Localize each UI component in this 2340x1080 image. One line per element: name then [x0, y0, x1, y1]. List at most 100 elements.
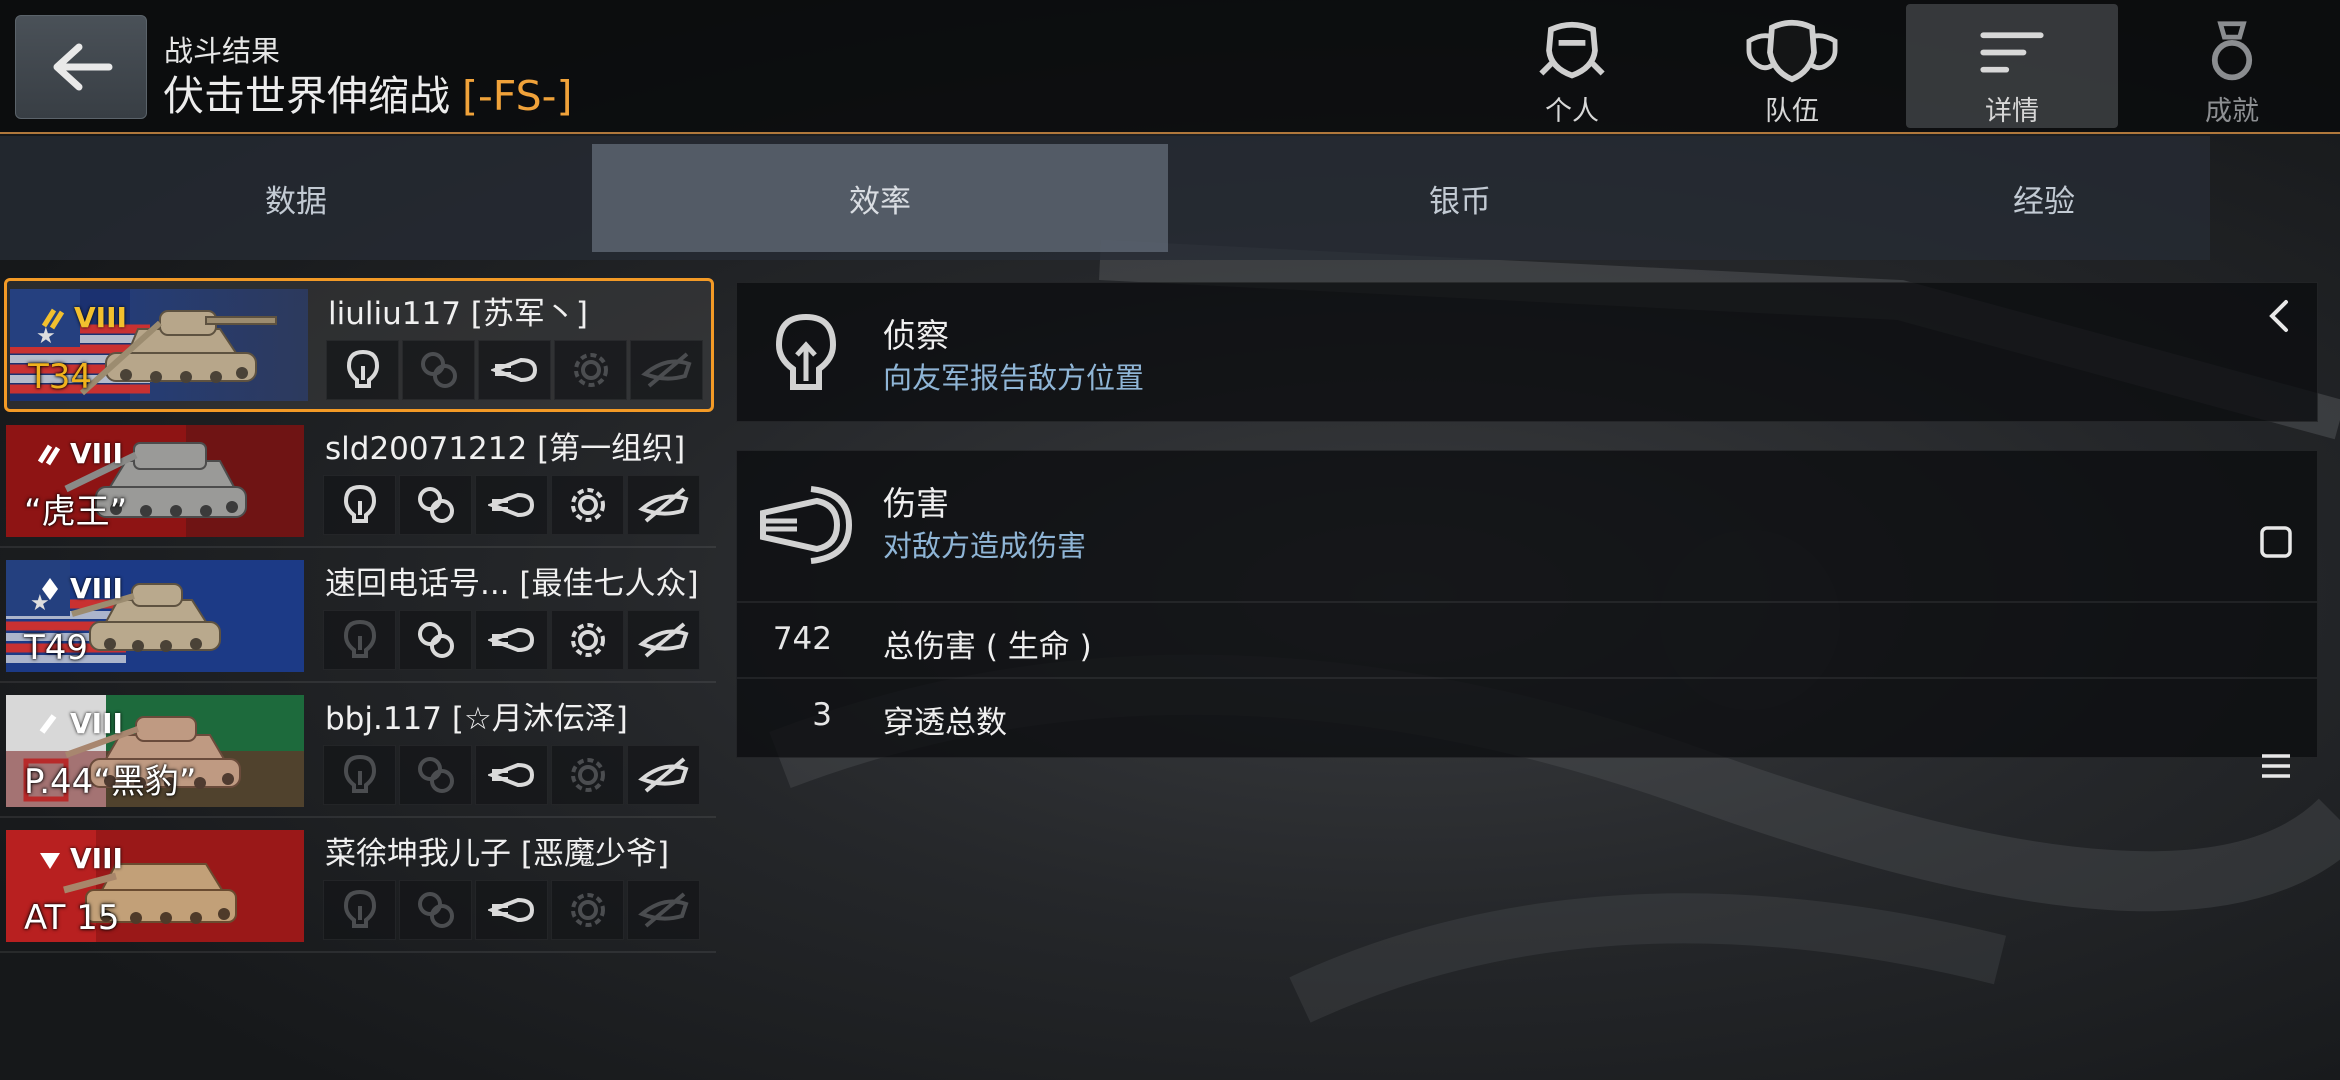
recon-card[interactable]: 侦察 向友军报告敌方位置	[736, 282, 2318, 422]
tank-card: VIII “虎王”	[6, 425, 304, 537]
shell-icon	[487, 897, 534, 923]
recon-slot	[323, 880, 396, 940]
tab-bar: 数据 效率 银币 经验	[0, 136, 2210, 260]
recon-slot	[326, 340, 399, 400]
stat-label: 总伤害 ( 生命 )	[883, 629, 1092, 665]
tab-experience[interactable]: 经验	[1752, 144, 2336, 252]
damage-slot	[475, 880, 548, 940]
recon-slot	[323, 745, 396, 805]
tab-efficiency[interactable]: 效率	[592, 144, 1168, 252]
tank-card: ★ VIII T49	[6, 560, 304, 672]
player-list: ★ VIII T34 liuliu117 [苏军丶] VIII “虎王” sld…	[0, 276, 716, 953]
assist-icon	[417, 487, 454, 523]
rank-triangle-icon	[40, 853, 60, 869]
player-row[interactable]: VIII P.44“黑豹” bbj.117 [☆月沐伝泽]	[0, 683, 716, 818]
damage-description: 对敌方造成伤害	[883, 529, 1087, 563]
tank-card: ★ VIII T34	[10, 289, 308, 401]
shell-icon	[490, 357, 537, 383]
gear-icon	[570, 893, 605, 927]
efficiency-icon-strip	[323, 880, 703, 940]
assist-slot	[399, 880, 472, 940]
gear-icon	[570, 488, 605, 522]
deflect-icon	[637, 757, 689, 793]
assist-slot	[402, 340, 475, 400]
tank-tier: VIII	[70, 842, 123, 875]
square-icon[interactable]	[2258, 524, 2294, 560]
tank-name: P.44“黑豹”	[24, 762, 197, 802]
menu-icon[interactable]	[2258, 748, 2294, 784]
player-name: sld20071212 [第一组织]	[325, 431, 686, 467]
player-name: 速回电话号... [最佳七人众]	[325, 566, 699, 602]
nav-achievements[interactable]: 成就	[2126, 4, 2338, 128]
helmet-icon	[1539, 21, 1605, 79]
damage-card[interactable]: 伤害 对敌方造成伤害 742 总伤害 ( 生命 ) 3 穿透总数	[736, 450, 2318, 758]
tank-module-slot	[551, 475, 624, 535]
rank-chevron-icon	[41, 308, 65, 330]
tank-tier: VIII	[70, 707, 123, 740]
shell-icon	[760, 486, 853, 564]
damage-slot	[475, 745, 548, 805]
tank-name: AT 15	[24, 898, 120, 938]
rank-chevron-icon	[39, 714, 57, 734]
assist-slot	[399, 610, 472, 670]
deflect-icon	[637, 487, 689, 523]
efficiency-icon-strip	[323, 475, 703, 535]
assist-icon	[417, 757, 454, 793]
shell-icon	[487, 762, 534, 788]
rank-chevron-icon	[37, 444, 61, 466]
nav-team[interactable]: 队伍	[1686, 4, 1898, 128]
player-name: liuliu117 [苏军丶]	[328, 296, 588, 332]
nav-details[interactable]: 详情	[1906, 4, 2118, 128]
nav-personal[interactable]: 个人	[1466, 4, 1678, 128]
shell-icon	[487, 492, 534, 518]
deflect-icon	[637, 622, 689, 658]
player-row[interactable]: ★ VIII T34 liuliu117 [苏军丶]	[4, 278, 714, 412]
player-row[interactable]: VIII AT 15 菜徐坤我儿子 [恶魔少爷]	[0, 818, 716, 953]
lightbulb-icon	[343, 754, 376, 793]
shell-icon	[487, 627, 534, 653]
tank-card: VIII P.44“黑豹”	[6, 695, 304, 807]
stat-value: 3	[812, 697, 832, 733]
top-bar: 战斗结果 伏击世界伸缩战 [-FS-] 个人 队伍 详情 成就	[0, 0, 2340, 134]
efficiency-icon-strip	[326, 340, 706, 400]
lightbulb-icon	[775, 313, 837, 390]
recon-description: 向友军报告敌方位置	[883, 361, 1145, 395]
blocked-slot	[630, 340, 703, 400]
battle-title: 伏击世界伸缩战 [-FS-]	[163, 62, 572, 122]
blocked-slot	[627, 745, 700, 805]
arrow-left-icon	[53, 43, 113, 91]
tab-data[interactable]: 数据	[0, 144, 592, 252]
player-row[interactable]: VIII “虎王” sld20071212 [第一组织]	[0, 413, 716, 548]
damage-slot	[478, 340, 551, 400]
back-button[interactable]	[15, 15, 147, 119]
tank-module-slot	[551, 745, 624, 805]
efficiency-icon-strip	[323, 610, 703, 670]
tank-module-slot	[554, 340, 627, 400]
lightbulb-icon	[343, 484, 376, 523]
damage-title: 伤害	[883, 484, 949, 523]
nav-personal-label: 个人	[1545, 96, 1599, 127]
player-row[interactable]: ★ VIII T49 速回电话号... [最佳七人众]	[0, 548, 716, 683]
battle-result-screen: 战斗结果 伏击世界伸缩战 [-FS-] 个人 队伍 详情 成就 数据 效率 银币…	[0, 0, 2340, 1080]
gear-icon	[570, 623, 605, 657]
assist-slot	[399, 745, 472, 805]
clan-tag: [-FS-]	[462, 72, 573, 120]
nav-details-label: 详情	[1985, 96, 2039, 127]
blocked-slot	[627, 880, 700, 940]
lightbulb-icon	[346, 349, 379, 388]
stat-row: 742 总伤害 ( 生命 )	[737, 601, 2317, 677]
tab-silver[interactable]: 银币	[1168, 144, 1752, 252]
stat-row: 3 穿透总数	[737, 677, 2317, 753]
stat-value: 742	[772, 621, 832, 657]
blocked-slot	[627, 475, 700, 535]
lightbulb-icon	[343, 619, 376, 658]
tank-module-slot	[551, 880, 624, 940]
gear-icon	[573, 353, 608, 387]
team-icon	[1746, 19, 1838, 83]
player-name: 菜徐坤我儿子 [恶魔少爷]	[325, 836, 670, 872]
damage-slot	[475, 475, 548, 535]
gear-icon	[570, 758, 605, 792]
chevron-left-icon[interactable]	[2264, 296, 2294, 336]
efficiency-icon-strip	[323, 745, 703, 805]
tank-name: T34	[28, 357, 93, 397]
